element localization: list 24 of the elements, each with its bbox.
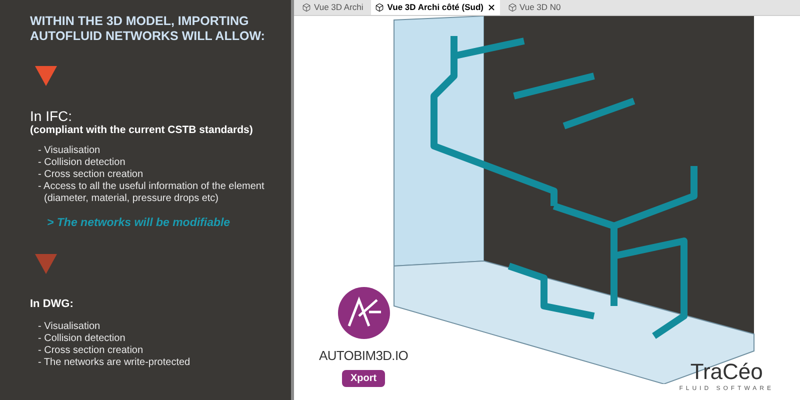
highlight-note: > The networks will be modifiable [47,216,232,232]
section-title: In DWG: [30,297,74,312]
cube-icon [302,3,311,12]
section-title: In IFC: [30,108,74,124]
feature-item: - Visualisation [38,145,102,158]
feature-item: - Collision detection [38,332,126,345]
view-tab[interactable]: Vue 3D N0 [504,0,565,15]
close-icon[interactable] [486,3,496,12]
brand-name: TraCéo [690,361,763,383]
feature-item: - The networks are write-protected [38,356,192,369]
view-tab[interactable]: Vue 3D Archi [298,0,368,15]
cube-icon [508,3,516,12]
view-tab[interactable]: Vue 3D Archi côté (Sud) [371,0,500,15]
product-badge: Xport [342,370,385,386]
headline: WITHIN THE 3D MODEL, IMPORTING AUTOFLUID NETWORKS WILL ALLOW: [30,14,266,44]
af-logo-icon [336,286,391,340]
product-name: AUTOBIM3D.IO [319,347,408,365]
feature-item: - Access to all the useful information of the element (diameter, material, pressure drops etc) [38,181,266,206]
feature-item: - Cross section creation [38,169,144,182]
feature-item: - Visualisation [38,320,102,333]
section-subtitle: (compliant with the current CSTB standards) [30,124,254,138]
feature-item: - Collision detection [38,157,126,170]
cube-icon [375,3,384,12]
feature-item: - Cross section creation [38,344,144,357]
